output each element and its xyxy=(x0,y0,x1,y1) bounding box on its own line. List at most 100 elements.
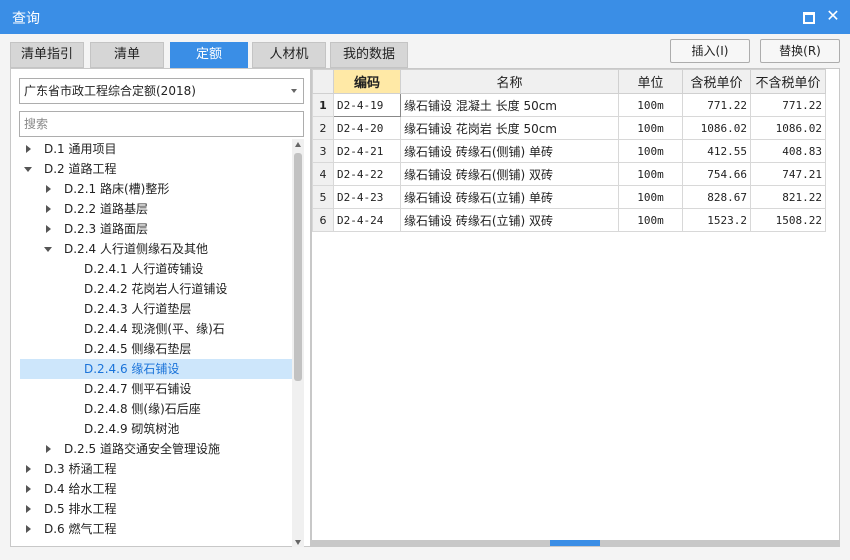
scroll-thumb[interactable] xyxy=(294,153,302,381)
table-row[interactable]: 3 D2-4-21 缘石铺设 砖缘石(侧铺) 单砖 100m 412.55 408.83 xyxy=(312,139,826,163)
tree-item[interactable]: D.2.4.3 人行道垫层 xyxy=(20,299,292,319)
name-cell[interactable]: 缘石铺设 砖缘石(立铺) 单砖 xyxy=(400,185,619,209)
price-tax-cell[interactable]: 771.22 xyxy=(682,93,751,117)
chevron-right-icon[interactable] xyxy=(46,445,51,453)
tab-list[interactable]: 清单 xyxy=(90,42,164,68)
replace-button[interactable]: 替换(R) xyxy=(760,39,840,63)
chevron-down-icon[interactable] xyxy=(24,167,32,172)
price-notax-cell[interactable]: 1086.02 xyxy=(750,116,826,140)
chevron-right-icon[interactable] xyxy=(26,145,31,153)
splitter-handle[interactable] xyxy=(550,540,600,546)
name-cell[interactable]: 缘石铺设 砖缘石(侧铺) 双砖 xyxy=(400,162,619,186)
tree-item[interactable]: D.2.4.5 侧缘石垫层 xyxy=(20,339,292,359)
tree-item[interactable]: D.2.4.4 现浇侧(平、缘)石 xyxy=(20,319,292,339)
price-tax-cell[interactable]: 828.67 xyxy=(682,185,751,209)
scroll-up-icon[interactable] xyxy=(295,142,301,147)
column-header-name[interactable]: 名称 xyxy=(400,69,619,94)
column-header-unit[interactable]: 单位 xyxy=(618,69,683,94)
price-tax-cell[interactable]: 1086.02 xyxy=(682,116,751,140)
code-cell[interactable]: D2-4-24 xyxy=(333,208,401,232)
grid-horizontal-scrollbar[interactable] xyxy=(312,540,839,546)
tab-my-data[interactable]: 我的数据 xyxy=(330,42,408,68)
table-row[interactable]: 6 D2-4-24 缘石铺设 砖缘石(立铺) 双砖 100m 1523.2 1508.22 xyxy=(312,208,826,232)
close-icon[interactable]: ✕ xyxy=(824,6,842,26)
tree-item-label: D.1 通用项目 xyxy=(44,142,117,156)
column-header-price-notax[interactable]: 不含税单价 xyxy=(750,69,826,94)
chevron-right-icon[interactable] xyxy=(26,525,31,533)
code-cell[interactable]: D2-4-19 xyxy=(333,93,401,117)
tree-item[interactable]: D.2.1 路床(槽)整形 xyxy=(20,179,292,199)
tree-item[interactable]: D.2.4.2 花岗岩人行道铺设 xyxy=(20,279,292,299)
insert-button[interactable]: 插入(I) xyxy=(670,39,750,63)
price-tax-cell[interactable]: 754.66 xyxy=(682,162,751,186)
chevron-right-icon[interactable] xyxy=(26,505,31,513)
tree-item[interactable]: D.3 桥涵工程 xyxy=(20,459,292,479)
tree-item-label: D.2.4.4 现浇侧(平、缘)石 xyxy=(84,322,225,336)
row-number-cell[interactable]: 3 xyxy=(312,139,334,163)
column-header-code[interactable]: 编码 xyxy=(333,69,401,94)
price-notax-cell[interactable]: 771.22 xyxy=(750,93,826,117)
tree-item[interactable]: D.5 排水工程 xyxy=(20,499,292,519)
unit-cell[interactable]: 100m xyxy=(618,116,683,140)
price-notax-cell[interactable]: 747.21 xyxy=(750,162,826,186)
tree-item[interactable]: D.1 通用项目 xyxy=(20,139,292,159)
table-row[interactable]: 4 D2-4-22 缘石铺设 砖缘石(侧铺) 双砖 100m 754.66 747.21 xyxy=(312,162,826,186)
chevron-right-icon[interactable] xyxy=(26,485,31,493)
tree-item[interactable]: D.2.3 道路面层 xyxy=(20,219,292,239)
chevron-right-icon[interactable] xyxy=(46,225,51,233)
table-row[interactable]: 1 D2-4-19 缘石铺设 混凝土 长度 50cm 100m 771.22 771.22 xyxy=(312,93,826,117)
row-number-cell[interactable]: 6 xyxy=(312,208,334,232)
tab-quota[interactable]: 定额 xyxy=(170,42,248,68)
name-cell[interactable]: 缘石铺设 砖缘石(侧铺) 单砖 xyxy=(400,139,619,163)
code-cell[interactable]: D2-4-21 xyxy=(333,139,401,163)
tree-item[interactable]: D.2 道路工程 xyxy=(20,159,292,179)
tree-item[interactable]: D.2.4.9 砌筑树池 xyxy=(20,419,292,439)
tree-item[interactable]: D.2.4 人行道侧缘石及其他 xyxy=(20,239,292,259)
unit-cell[interactable]: 100m xyxy=(618,93,683,117)
code-cell[interactable]: D2-4-22 xyxy=(333,162,401,186)
table-row[interactable]: 2 D2-4-20 缘石铺设 花岗岩 长度 50cm 100m 1086.02 1086.… xyxy=(312,116,826,140)
code-cell[interactable]: D2-4-23 xyxy=(333,185,401,209)
code-cell[interactable]: D2-4-20 xyxy=(333,116,401,140)
tree-item[interactable]: D.2.4.8 侧(缘)石后座 xyxy=(20,399,292,419)
unit-cell[interactable]: 100m xyxy=(618,208,683,232)
name-cell[interactable]: 缘石铺设 砖缘石(立铺) 双砖 xyxy=(400,208,619,232)
quota-library-select[interactable]: 广东省市政工程综合定额(2018) xyxy=(19,78,304,104)
chevron-right-icon[interactable] xyxy=(46,185,51,193)
price-tax-cell[interactable]: 412.55 xyxy=(682,139,751,163)
table-row[interactable]: 5 D2-4-23 缘石铺设 砖缘石(立铺) 单砖 100m 828.67 821.22 xyxy=(312,185,826,209)
tree-item-label: D.6 燃气工程 xyxy=(44,522,117,536)
name-cell[interactable]: 缘石铺设 混凝土 长度 50cm xyxy=(400,93,619,117)
tree-item[interactable]: D.4 给水工程 xyxy=(20,479,292,499)
row-number-cell[interactable]: 4 xyxy=(312,162,334,186)
tree-item[interactable]: D.2.4.1 人行道砖铺设 xyxy=(20,259,292,279)
row-number-cell[interactable]: 2 xyxy=(312,116,334,140)
price-notax-cell[interactable]: 1508.22 xyxy=(750,208,826,232)
maximize-icon[interactable] xyxy=(800,9,816,25)
tree-item[interactable]: D.2.4.7 侧平石铺设 xyxy=(20,379,292,399)
tree-item-label: D.2 道路工程 xyxy=(44,162,117,176)
tree-scrollbar[interactable] xyxy=(292,139,304,547)
price-notax-cell[interactable]: 821.22 xyxy=(750,185,826,209)
tree-item[interactable]: D.6 燃气工程 xyxy=(20,519,292,539)
row-number-cell[interactable]: 5 xyxy=(312,185,334,209)
row-number-cell[interactable]: 1 xyxy=(312,93,334,117)
tree-item[interactable]: D.2.4.6 缘石铺设 xyxy=(20,359,292,379)
column-header-price-tax[interactable]: 含税单价 xyxy=(682,69,751,94)
unit-cell[interactable]: 100m xyxy=(618,139,683,163)
chevron-right-icon[interactable] xyxy=(46,205,51,213)
name-cell[interactable]: 缘石铺设 花岗岩 长度 50cm xyxy=(400,116,619,140)
tree-item[interactable]: D.2.5 道路交通安全管理设施 xyxy=(20,439,292,459)
scroll-down-icon[interactable] xyxy=(295,540,301,545)
tab-list-guide[interactable]: 清单指引 xyxy=(10,42,84,68)
tab-labor-material[interactable]: 人材机 xyxy=(252,42,326,68)
price-notax-cell[interactable]: 408.83 xyxy=(750,139,826,163)
chevron-right-icon[interactable] xyxy=(26,465,31,473)
chevron-down-icon[interactable] xyxy=(44,247,52,252)
unit-cell[interactable]: 100m xyxy=(618,162,683,186)
column-header-rownum xyxy=(312,69,334,94)
price-tax-cell[interactable]: 1523.2 xyxy=(682,208,751,232)
search-input[interactable] xyxy=(19,111,304,137)
unit-cell[interactable]: 100m xyxy=(618,185,683,209)
tree-item[interactable]: D.2.2 道路基层 xyxy=(20,199,292,219)
